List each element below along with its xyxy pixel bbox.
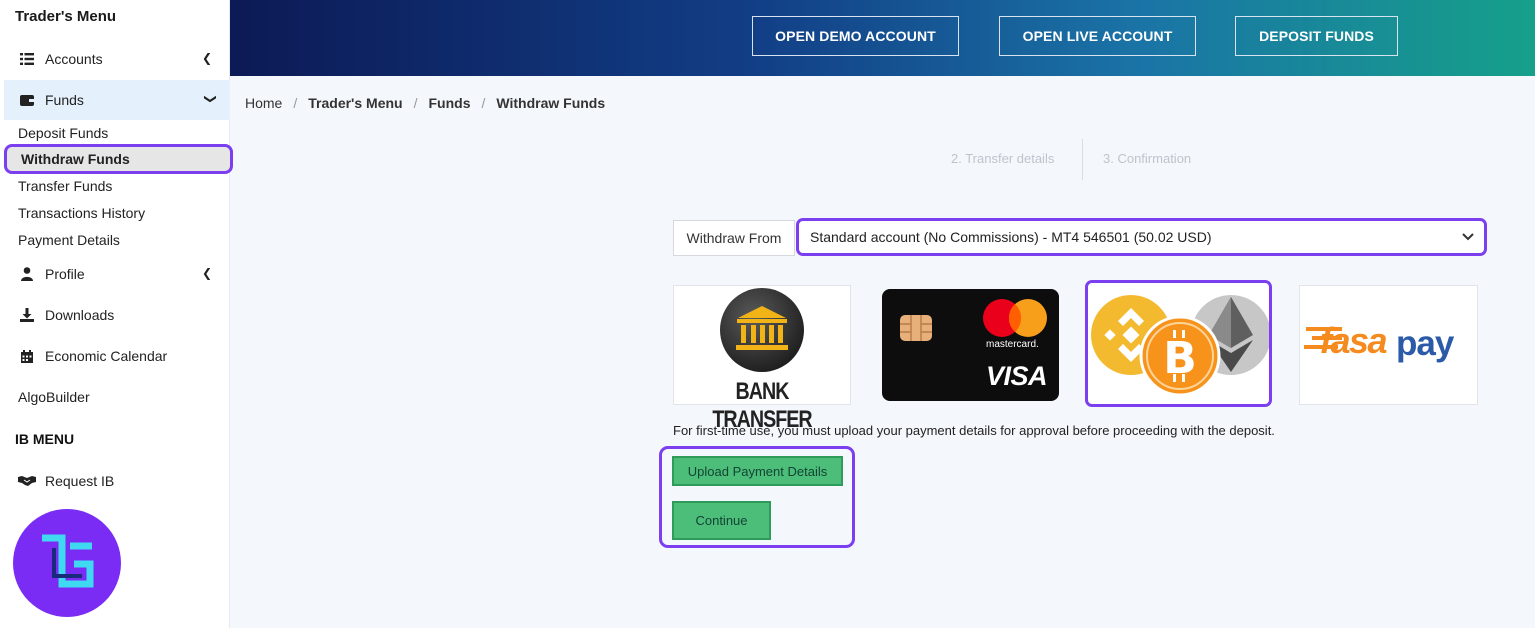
chevron-down-icon [1462, 230, 1474, 244]
mastercard-label: mastercard. [986, 339, 1039, 350]
step-transfer-details: 2. Transfer details [951, 151, 1055, 166]
chevron-left-icon: ❮ [201, 51, 212, 65]
sidebar-item-algobuilder[interactable]: AlgoBuilder [18, 389, 90, 405]
download-icon [18, 307, 36, 323]
upload-payment-details-button[interactable]: Upload Payment Details [672, 456, 843, 486]
sidebar-title: Trader's Menu [15, 8, 117, 25]
handshake-icon [18, 473, 36, 489]
sidebar-item-label: Economic Calendar [45, 348, 168, 364]
breadcrumb-current: Withdraw Funds [496, 95, 606, 111]
bank-transfer-option[interactable]: BANK TRANSFER [673, 285, 851, 433]
withdraw-account-value: Standard account (No Commissions) - MT4 … [810, 229, 1212, 245]
fasapay-option[interactable]: fasa pay [1299, 285, 1478, 405]
list-icon [18, 51, 36, 67]
withdraw-account-select[interactable]: Standard account (No Commissions) - MT4 … [796, 218, 1487, 256]
open-live-account-button[interactable]: OPEN LIVE ACCOUNT [999, 16, 1196, 56]
brand-logo [13, 509, 121, 617]
card-option[interactable]: mastercard. VISA [881, 285, 1059, 405]
user-icon [18, 266, 36, 282]
top-header: OPEN DEMO ACCOUNT OPEN LIVE ACCOUNT DEPO… [230, 0, 1535, 76]
first-time-note: For first-time use, you must upload your… [673, 423, 1275, 438]
calendar-icon [18, 348, 36, 364]
breadcrumb-separator: / [413, 95, 418, 111]
fasapay-logo-part2: pay [1396, 324, 1454, 363]
sidebar-item-label: Downloads [45, 307, 115, 323]
sidebar-item-funds[interactable]: Funds ❮ [4, 80, 230, 120]
breadcrumb-separator: / [481, 95, 486, 111]
svg-text:B: B [1163, 333, 1197, 384]
withdraw-from-label: Withdraw From [673, 220, 795, 256]
crypto-icons: B [1091, 295, 1271, 397]
breadcrumb-funds[interactable]: Funds [429, 95, 471, 111]
sidebar-sub-transfer[interactable]: Transfer Funds [18, 175, 112, 197]
breadcrumb-traders-menu[interactable]: Trader's Menu [308, 95, 402, 111]
crypto-option[interactable]: B [1085, 280, 1272, 407]
sidebar-item-calendar[interactable]: Economic Calendar [4, 336, 230, 376]
sidebar-item-label: Funds [45, 92, 84, 108]
step-divider [1082, 139, 1083, 180]
sidebar-sub-history[interactable]: Transactions History [18, 202, 145, 224]
mastercard-icon [983, 299, 1047, 337]
sidebar: Trader's Menu Accounts ❮ Funds ❮ Deposit… [0, 0, 233, 628]
card-graphic: mastercard. VISA [882, 289, 1059, 401]
breadcrumb-home[interactable]: Home [245, 95, 282, 111]
open-demo-account-button[interactable]: OPEN DEMO ACCOUNT [752, 16, 959, 56]
chevron-left-icon: ❮ [201, 266, 212, 280]
fasapay-logo-part1: fasa [1320, 320, 1388, 361]
sidebar-item-profile[interactable]: Profile ❮ [4, 254, 230, 294]
chip-icon [900, 315, 932, 341]
sidebar-sub-deposit[interactable]: Deposit Funds [18, 122, 108, 144]
sidebar-item-label: Profile [45, 266, 85, 282]
chevron-down-icon: ❮ [201, 93, 216, 105]
sidebar-item-downloads[interactable]: Downloads [4, 295, 230, 335]
sidebar-item-accounts[interactable]: Accounts ❮ [4, 39, 230, 79]
wallet-icon [18, 92, 36, 108]
visa-label: VISA [986, 361, 1048, 391]
breadcrumb-separator: / [293, 95, 298, 111]
sidebar-item-label: Accounts [45, 51, 103, 67]
sidebar-sub-payment-details[interactable]: Payment Details [18, 229, 120, 251]
sidebar-item-label: Request IB [45, 473, 115, 489]
deposit-funds-button[interactable]: DEPOSIT FUNDS [1235, 16, 1398, 56]
continue-button[interactable]: Continue [672, 501, 771, 540]
breadcrumb: Home / Trader's Menu / Funds / Withdraw … [245, 95, 605, 111]
sidebar-item-request-ib[interactable]: Request IB [4, 461, 230, 501]
step-confirmation: 3. Confirmation [1103, 151, 1192, 166]
sidebar-sub-withdraw[interactable]: Withdraw Funds [4, 144, 233, 174]
ib-menu-heading: IB MENU [15, 431, 75, 447]
